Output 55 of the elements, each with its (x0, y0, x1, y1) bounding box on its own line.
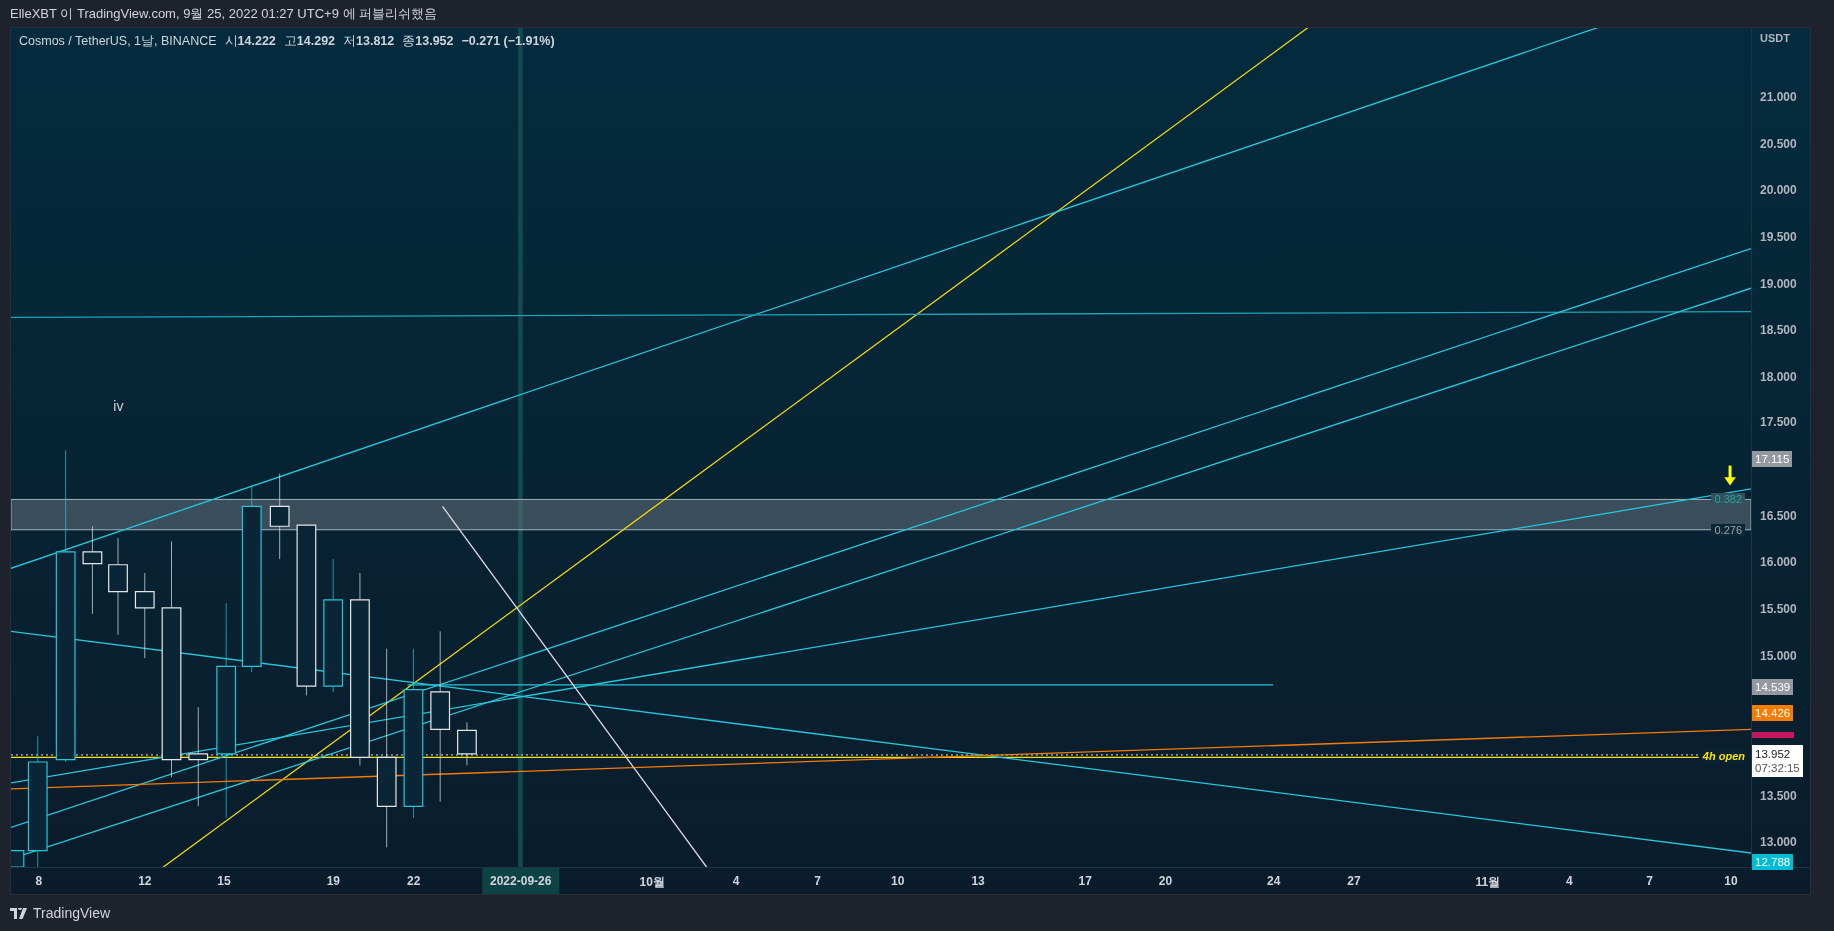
price-badge: 17.115 (1752, 450, 1793, 467)
symbol-title: Cosmos / TetherUS, 1날, BINANCE (19, 33, 217, 50)
price-tick: 18.500 (1760, 323, 1797, 338)
price-badge: 14.539 (1752, 679, 1794, 696)
price-tick: 15.500 (1760, 602, 1797, 617)
price-tick: 15.000 (1760, 648, 1797, 663)
price-tick: 13.000 (1760, 835, 1797, 850)
date-label: 17 (1078, 874, 1092, 888)
price-tick: 20.500 (1760, 136, 1797, 151)
ohlc-value: 종13.952 (402, 33, 454, 50)
price-tick: 19.000 (1760, 276, 1797, 291)
candlestick (11, 850, 25, 867)
date-label: 27 (1347, 874, 1361, 888)
brand-name: TradingView (33, 905, 111, 921)
date-label: 4 (732, 874, 740, 888)
publish-info: ElleXBT 이 TradingView.com, 9월 25, 2022 01:27 UTC+9 에 퍼블리쉬했음 (10, 4, 438, 23)
price-tick: 17.500 (1760, 415, 1797, 430)
date-label: 10월 (639, 874, 665, 891)
date-label: 11월 (1475, 874, 1501, 891)
fib-level-label: 0.276 (1711, 523, 1745, 536)
date-label: 22 (407, 874, 421, 888)
ohlc-value: 고14.292 (283, 33, 336, 50)
line-label: 4h open (1700, 750, 1747, 763)
date-label: 15 (217, 874, 231, 888)
price-tick: 19.500 (1760, 229, 1797, 244)
price-badge: 14.426 (1752, 704, 1794, 721)
price-badge: 12.788 (1752, 854, 1794, 871)
date-label: 20 (1158, 874, 1173, 888)
logo-icon (10, 907, 28, 919)
date-label: 4 (1565, 874, 1573, 888)
price-tick: 16.500 (1760, 508, 1797, 523)
price-tick: 13.500 (1760, 788, 1797, 803)
price-tick: 20.000 (1760, 183, 1797, 198)
ohlc-value: 저13.812 (343, 33, 395, 50)
date-label: 24 (1267, 874, 1281, 888)
fib-level-label: 0.382 (1711, 493, 1745, 506)
wave-label: iv (113, 397, 124, 414)
crosshair-date: 2022-09-26 (482, 868, 560, 894)
price-tick: 21.000 (1760, 89, 1797, 104)
candlestick (457, 721, 477, 766)
down-arrow-icon (1724, 465, 1736, 486)
price-tick: 18.000 (1760, 369, 1797, 384)
ohlc-value: 시14.222 (224, 33, 276, 50)
axis-unit: USDT (1760, 32, 1790, 44)
date-label: 7 (1646, 874, 1653, 888)
date-label: 13 (971, 874, 985, 888)
price-tick: 16.000 (1760, 555, 1797, 570)
date-label: 8 (35, 874, 43, 888)
price-change: −0.271 (−1.91%) (461, 34, 555, 48)
date-label: 19 (326, 874, 341, 888)
date-label: 10 (1724, 874, 1738, 888)
date-label: 7 (814, 874, 821, 888)
date-label: 12 (138, 874, 152, 888)
price-badge: 13.952 07:32:15 (1752, 744, 1803, 777)
date-label: 10 (891, 874, 905, 888)
